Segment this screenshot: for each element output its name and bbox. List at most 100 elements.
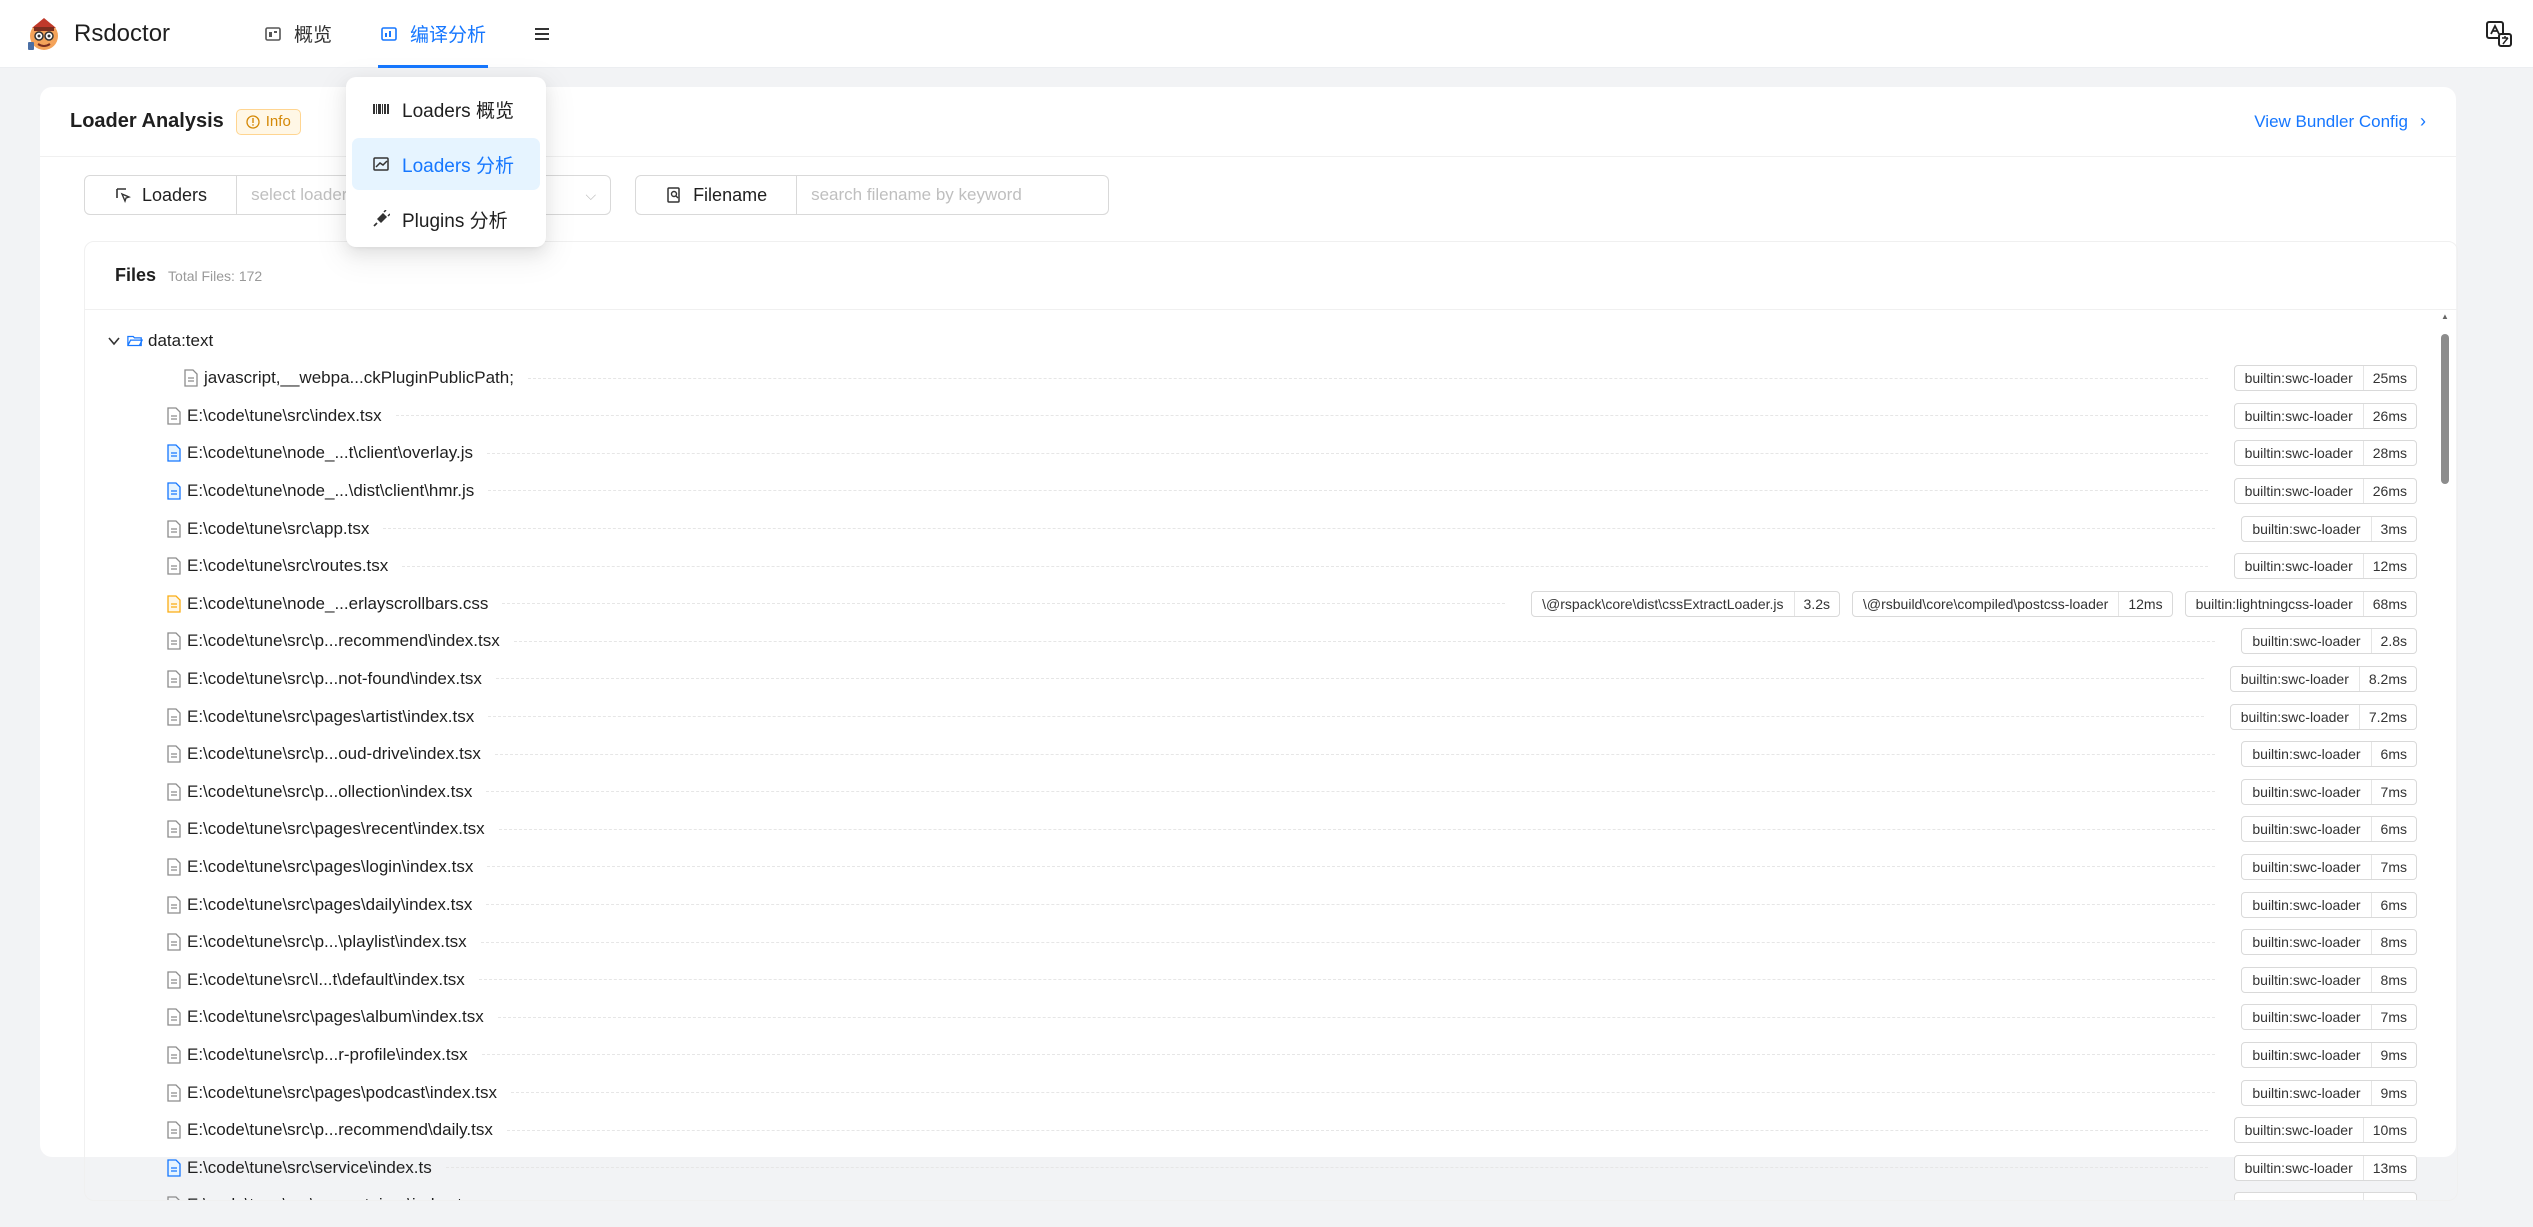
loader-tag[interactable]: builtin:swc-loader 25ms bbox=[2233, 365, 2417, 392]
chevron-down-icon[interactable] bbox=[105, 332, 123, 350]
loader-tag[interactable]: builtin:swc-loader 7ms bbox=[2241, 1004, 2417, 1031]
file-icon bbox=[167, 1046, 181, 1064]
loader-analysis-card: Loader Analysis Info View Bundler Config… bbox=[40, 87, 2458, 1201]
file-row[interactable]: E:\code\tune\src\p...recommend\daily.tsx… bbox=[85, 1112, 2457, 1149]
row-leader-line bbox=[486, 791, 2216, 793]
file-row[interactable]: E:\code\tune\node_...t\client\overlay.js… bbox=[85, 435, 2457, 472]
loader-name: builtin:swc-loader bbox=[2235, 554, 2364, 579]
loader-tag[interactable]: builtin:swc-loader 8.2ms bbox=[2229, 665, 2417, 692]
loader-tag[interactable]: builtin:swc-loader 6ms bbox=[2241, 891, 2417, 918]
file-row[interactable]: E:\code\tune\src\pages\album\index.tsx bu… bbox=[85, 999, 2457, 1036]
view-bundler-config-link[interactable]: View Bundler Config › bbox=[2254, 111, 2426, 132]
app-name: Rsdoctor bbox=[74, 19, 171, 47]
loader-tag[interactable]: builtin:swc-loader 8ms bbox=[2241, 966, 2417, 993]
js-file-icon bbox=[167, 482, 181, 500]
loader-tags: builtin:swc-loader 9ms bbox=[2229, 1041, 2417, 1068]
nav-overview[interactable]: 概览 bbox=[262, 0, 334, 68]
loader-tag[interactable]: builtin:swc-loader 9ms bbox=[2241, 1079, 2417, 1106]
file-row[interactable]: E:\code\tune\node_...erlayscrollbars.css… bbox=[85, 585, 2457, 622]
menu-item-label: Loaders 分析 bbox=[402, 155, 514, 177]
loader-tag[interactable]: \@rspack\core\dist\cssExtractLoader.js 3.… bbox=[1531, 590, 1840, 617]
loader-tag[interactable]: builtin:swc-loader13ms bbox=[2233, 1154, 2417, 1181]
file-name: E:\code\tune\src\pages\album\index.tsx bbox=[187, 1007, 484, 1027]
file-row[interactable]: E:\code\tune\src\p...not-found\index.tsx… bbox=[85, 660, 2457, 697]
loader-name: builtin:swc-loader bbox=[2235, 403, 2364, 428]
file-row[interactable]: E:\code\tune\src\p...ollection\index.tsx… bbox=[85, 773, 2457, 810]
translate-icon[interactable] bbox=[2485, 20, 2513, 48]
loader-tag[interactable]: builtin:swc-loader 8ms bbox=[2241, 929, 2417, 956]
loader-tag[interactable]: builtin:swc-loader 10ms bbox=[2233, 1117, 2417, 1144]
row-leader-line bbox=[498, 828, 2216, 830]
loader-time: 12ms bbox=[2372, 558, 2407, 575]
row-leader-line bbox=[487, 866, 2216, 868]
loader-time: 8ms bbox=[2380, 971, 2407, 988]
loader-tag[interactable]: builtin:swc-loader13ms bbox=[2233, 1192, 2417, 1200]
file-row[interactable]: E:\code\tune\src\pages\artist\index.tsx b… bbox=[85, 698, 2457, 735]
row-leader-line bbox=[480, 941, 2216, 943]
loader-tag[interactable]: builtin:swc-loader 9ms bbox=[2241, 1041, 2417, 1068]
nav-compile-analysis[interactable]: 编译分析 bbox=[378, 0, 489, 68]
file-row[interactable]: E:\code\tune\src\service\index.ts builtin… bbox=[85, 1149, 2457, 1186]
loader-time: 3ms bbox=[2380, 520, 2407, 537]
scrollbar-thumb[interactable] bbox=[2441, 334, 2449, 484]
loader-tag[interactable]: builtin:swc-loader 7.2ms bbox=[2229, 703, 2417, 730]
loader-tag[interactable]: builtin:swc-loader 3ms bbox=[2241, 515, 2417, 542]
loader-tags: builtin:swc-loader 7.2ms bbox=[2218, 703, 2417, 730]
info-tag[interactable]: Info bbox=[235, 108, 301, 135]
loader-time: 28ms bbox=[2372, 445, 2407, 462]
row-leader-line bbox=[495, 678, 2204, 680]
file-row[interactable]: E:\code\tune\src\pages\daily\index.tsx bu… bbox=[85, 886, 2457, 923]
loader-tag[interactable]: builtin:swc-loader 6ms bbox=[2241, 741, 2417, 768]
loader-tag[interactable]: builtin:swc-loader 7ms bbox=[2241, 778, 2417, 805]
loader-time: 2.8s bbox=[2380, 633, 2407, 650]
loader-tags: \@rspack\core\dist\cssExtractLoader.js 3.… bbox=[1519, 590, 2417, 617]
loader-tag[interactable]: \@rsbuild\core\compiled\postcss-loader 12… bbox=[1852, 590, 2173, 617]
loader-tags: builtin:swc-loader 6ms bbox=[2229, 891, 2417, 918]
row-leader-line bbox=[494, 753, 2216, 755]
file-row[interactable]: E:\code\tune\src\c...container\index.tsx… bbox=[85, 1187, 2457, 1200]
file-row[interactable]: E:\code\tune\src\pages\login\index.tsx bu… bbox=[85, 848, 2457, 885]
loader-tag[interactable]: builtin:swc-loader 2.8s bbox=[2241, 628, 2417, 655]
loader-time: 26ms bbox=[2372, 482, 2407, 499]
filename-search-input[interactable] bbox=[797, 175, 1110, 215]
loader-name: \@rsbuild\core\compiled\postcss-loader bbox=[1853, 591, 2120, 616]
loader-tag[interactable]: builtin:swc-loader 7ms bbox=[2241, 853, 2417, 880]
file-row[interactable]: E:\code\tune\src\p...recommend\index.tsx… bbox=[85, 623, 2457, 660]
loader-name: builtin:swc-loader bbox=[2242, 1080, 2372, 1105]
file-icon bbox=[167, 1196, 180, 1200]
file-row[interactable]: E:\code\tune\src\l...t\default\index.tsx… bbox=[85, 961, 2457, 998]
file-row[interactable]: E:\code\tune\src\p...\playlist\index.tsx… bbox=[85, 924, 2457, 961]
loader-tag[interactable]: builtin:swc-loader 26ms bbox=[2233, 402, 2417, 429]
scroll-up-arrow-icon[interactable]: ▲ bbox=[2441, 312, 2451, 322]
row-leader-line bbox=[383, 528, 2216, 529]
menu-item-loaders-analysis[interactable]: Loaders 分析 bbox=[352, 138, 540, 190]
file-row[interactable]: E:\code\tune\src\index.tsx builtin:swc-lo… bbox=[85, 397, 2457, 434]
loader-tag[interactable]: builtin:swc-loader 12ms bbox=[2233, 553, 2417, 580]
file-row[interactable]: E:\code\tune\src\pages\podcast\index.tsx… bbox=[85, 1074, 2457, 1111]
loader-tag[interactable]: builtin:swc-loader 26ms bbox=[2233, 477, 2417, 504]
loader-name: builtin:swc-loader bbox=[2231, 704, 2360, 729]
menu-item-plugins-analysis[interactable]: Plugins 分析 bbox=[352, 193, 540, 245]
file-row[interactable]: javascript,__webpa...ckPluginPublicPath;… bbox=[85, 360, 2457, 397]
file-row[interactable]: E:\code\tune\node_...\dist\client\hmr.js… bbox=[85, 472, 2457, 509]
file-row[interactable]: E:\code\tune\src\p...r-profile\index.tsx… bbox=[85, 1036, 2457, 1073]
loader-tag[interactable]: builtin:swc-loader 28ms bbox=[2233, 440, 2417, 467]
tree-folder-row[interactable]: data:text bbox=[85, 322, 2457, 359]
file-row[interactable]: E:\code\tune\src\pages\recent\index.tsx b… bbox=[85, 811, 2457, 848]
file-row[interactable]: E:\code\tune\src\routes.tsx builtin:swc-l… bbox=[85, 548, 2457, 585]
loader-tag[interactable]: builtin:swc-loader 6ms bbox=[2241, 816, 2417, 843]
loader-tag[interactable]: builtin:lightningcss-loader 68ms bbox=[2184, 590, 2417, 617]
row-leader-line bbox=[513, 640, 2216, 642]
app-logo[interactable]: Rsdoctor bbox=[24, 14, 214, 54]
file-row[interactable]: E:\code\tune\src\app.tsx builtin:swc-load… bbox=[85, 510, 2457, 547]
file-icon bbox=[167, 1083, 181, 1102]
loader-tags: builtin:swc-loader 8ms bbox=[2229, 966, 2417, 993]
file-row[interactable]: E:\code\tune\src\p...oud-drive\index.tsx… bbox=[85, 736, 2457, 773]
loader-name: builtin:swc-loader bbox=[2242, 930, 2372, 955]
loader-tags: builtin:swc-loader 6ms bbox=[2229, 741, 2417, 768]
more-menu-button[interactable] bbox=[532, 0, 552, 68]
row-leader-line bbox=[478, 979, 2216, 981]
menu-item-loaders-overview[interactable]: Loaders 概览 bbox=[352, 83, 540, 135]
row-leader-line bbox=[497, 1016, 2216, 1018]
files-header: Files Total Files: 172 bbox=[85, 242, 2457, 310]
